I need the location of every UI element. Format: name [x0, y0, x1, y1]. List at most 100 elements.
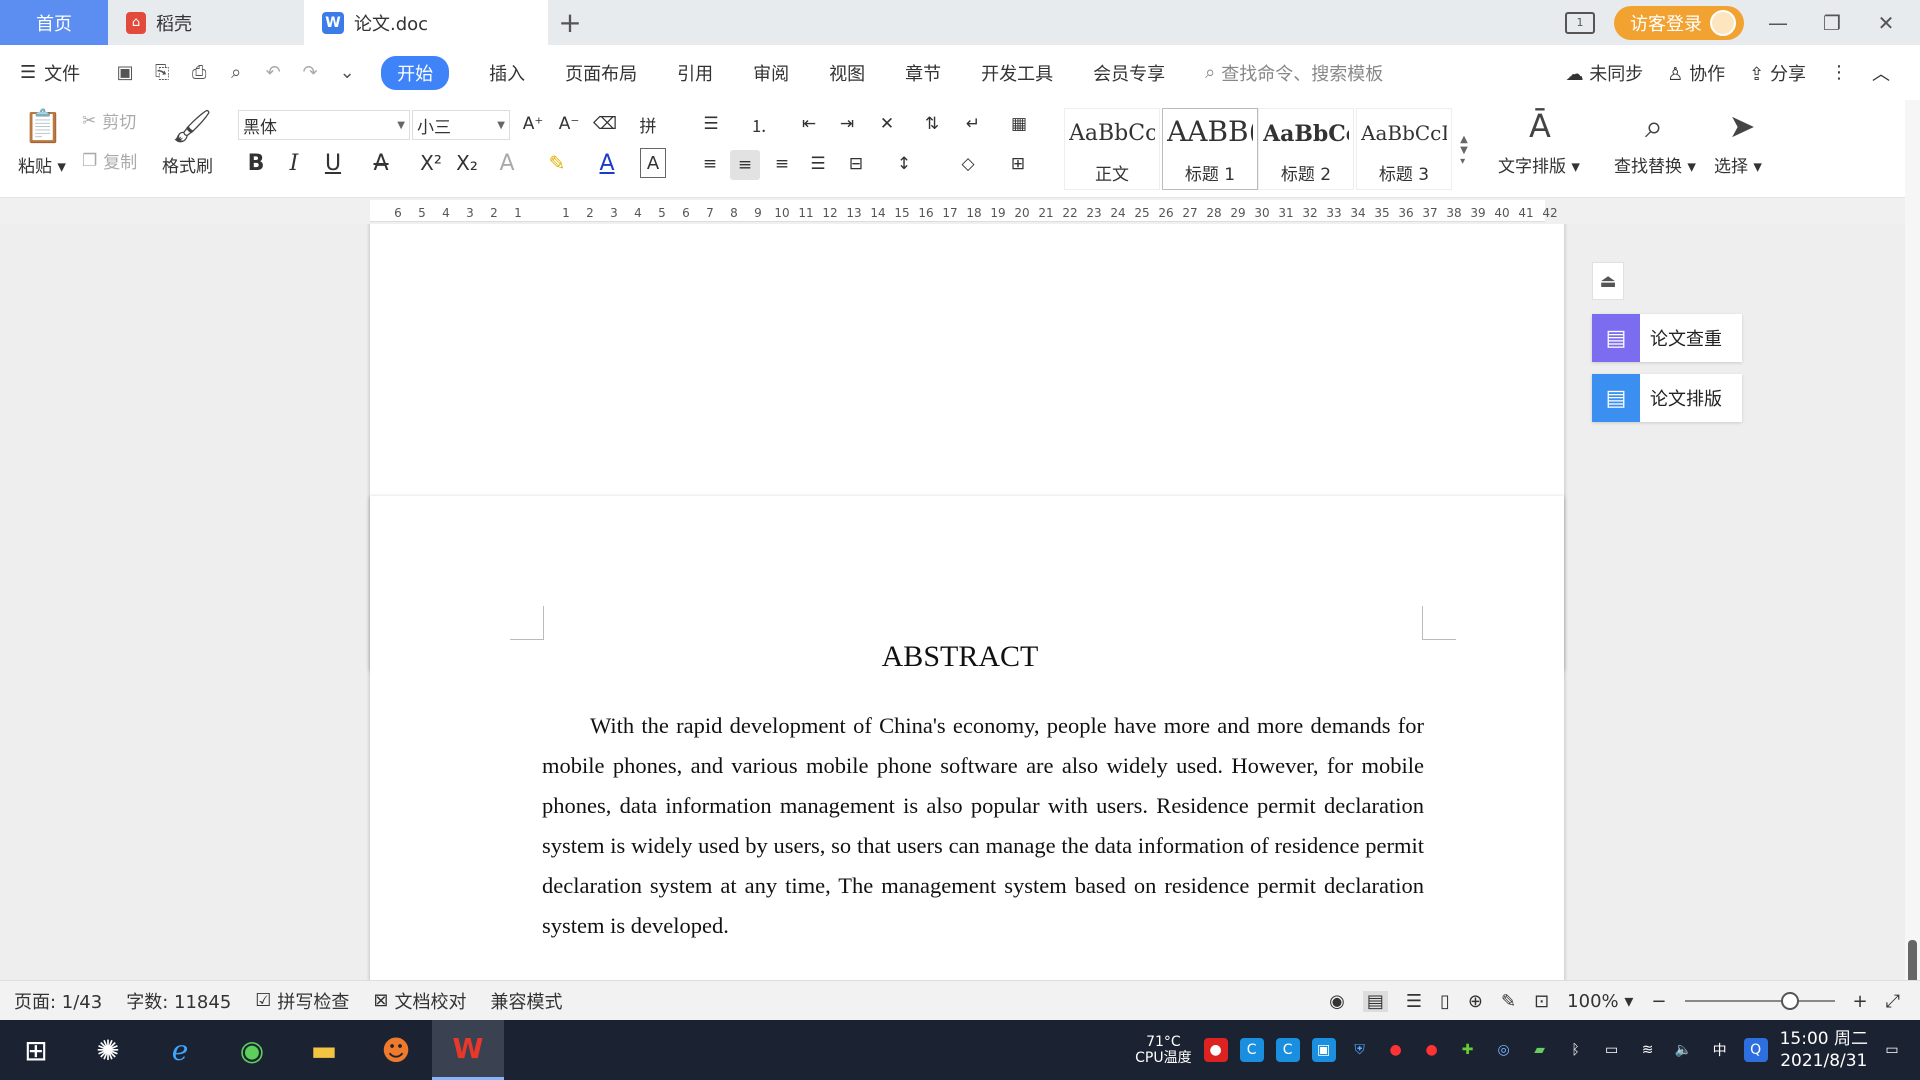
- word-count[interactable]: 字数: 11845: [126, 988, 231, 1014]
- battery-icon[interactable]: ▭: [1600, 1038, 1624, 1062]
- strikethrough-button[interactable]: A: [366, 148, 396, 178]
- thesis-layout-button[interactable]: ▤ 论文排版: [1592, 374, 1742, 422]
- style-normal[interactable]: AaBbCcI 正文: [1064, 108, 1160, 190]
- justify-icon[interactable]: ☰: [804, 150, 832, 178]
- clear-format-icon[interactable]: ⌫: [592, 110, 618, 138]
- eye-protection-icon[interactable]: ◉: [1329, 991, 1345, 1012]
- collaborate-button[interactable]: ♙ 协作: [1667, 60, 1725, 86]
- shading-icon[interactable]: ◇: [950, 150, 986, 178]
- tray-app-icon[interactable]: ✚: [1456, 1038, 1480, 1062]
- thesis-check-button[interactable]: ▤ 论文查重: [1592, 314, 1742, 362]
- ime-indicator[interactable]: 中: [1708, 1038, 1732, 1062]
- align-right-icon[interactable]: ≡: [768, 150, 796, 178]
- copy-button[interactable]: ❐ 复制: [82, 148, 137, 174]
- align-center-icon[interactable]: ≡: [730, 150, 760, 180]
- show-marks-icon[interactable]: ↵: [956, 110, 990, 138]
- increase-font-icon[interactable]: A⁺: [520, 110, 546, 138]
- print-preview-icon[interactable]: ⌕: [223, 60, 249, 86]
- character-border-button[interactable]: A: [640, 148, 666, 178]
- bold-button[interactable]: B: [244, 148, 268, 178]
- find-replace-button[interactable]: 查找替换 ▾: [1614, 152, 1696, 177]
- tray-app-icon[interactable]: C: [1239, 1038, 1264, 1062]
- cpu-temperature[interactable]: 71°C CPU温度: [1135, 1034, 1191, 1066]
- web-view-icon[interactable]: ⊕: [1468, 991, 1483, 1012]
- decrease-indent-icon[interactable]: ⇤: [794, 110, 824, 138]
- file-explorer-icon[interactable]: ▬: [288, 1020, 360, 1080]
- tab-document[interactable]: W 论文.doc: [304, 0, 548, 45]
- format-painter-icon[interactable]: 🖌: [172, 106, 213, 146]
- customize-toolbar-icon[interactable]: ⌄: [334, 60, 360, 86]
- decrease-font-icon[interactable]: A⁻: [556, 110, 582, 138]
- new-tab-button[interactable]: +: [548, 0, 592, 45]
- find-replace-icon[interactable]: ⌕: [1632, 106, 1676, 146]
- font-family-select[interactable]: 黑体 ▼: [238, 110, 410, 140]
- style-heading-3[interactable]: AaBbCcDc 标题 3: [1356, 108, 1452, 190]
- tray-app-icon[interactable]: C: [1275, 1038, 1300, 1062]
- shield-icon[interactable]: ⛨: [1348, 1038, 1372, 1062]
- spell-check-button[interactable]: ☑ 拼写检查: [255, 988, 349, 1014]
- menu-insert[interactable]: 插入: [469, 60, 545, 86]
- horizontal-ruler[interactable]: 6 5 4 3 2 1 1 2 3 4 5 6 7 8 9 10 11 12 13 14 15 16 17 18 19 20 21 2…: [0, 198, 1920, 224]
- fullscreen-icon[interactable]: ⤢: [1886, 991, 1900, 1012]
- text-layout-button[interactable]: 文字排版 ▾: [1498, 152, 1580, 177]
- page-view-icon[interactable]: ▤: [1362, 990, 1388, 1012]
- volume-icon[interactable]: 🔈: [1672, 1038, 1696, 1062]
- zoom-slider-knob[interactable]: [1780, 992, 1799, 1010]
- wifi-icon[interactable]: ≋: [1636, 1038, 1660, 1062]
- search-tray-icon[interactable]: Q: [1743, 1038, 1768, 1062]
- write-mode-icon[interactable]: ✎: [1501, 991, 1516, 1012]
- underline-button[interactable]: U: [316, 148, 350, 178]
- style-heading-2[interactable]: AaBbCc] 标题 2: [1258, 108, 1354, 190]
- notification-icon[interactable]: ▭: [1880, 1038, 1904, 1062]
- tab-home[interactable]: 首页: [0, 0, 108, 45]
- tab-daoke[interactable]: ⌂ 稻壳: [108, 0, 304, 45]
- start-windows-icon[interactable]: ⊞: [0, 1020, 72, 1080]
- more-icon[interactable]: ⋮: [1830, 62, 1848, 83]
- collapse-ribbon-icon[interactable]: ︿: [1872, 60, 1890, 86]
- pinyin-guide-icon[interactable]: 拼: [630, 110, 666, 138]
- file-menu[interactable]: ☰ 文件: [20, 60, 80, 86]
- distribute-icon[interactable]: ⊟: [842, 150, 870, 178]
- zoom-slider[interactable]: [1684, 992, 1835, 1010]
- side-panel-collapse-button[interactable]: ⏏: [1592, 262, 1624, 300]
- table-grid-icon[interactable]: ▦: [1004, 110, 1034, 138]
- styles-scroll[interactable]: ▲ ▼ ▾: [1456, 110, 1472, 190]
- command-search[interactable]: ⌕ 查找命令、搜索模板: [1205, 60, 1383, 86]
- menu-view[interactable]: 视图: [809, 60, 885, 86]
- menu-home[interactable]: 开始: [381, 55, 450, 90]
- menu-page-layout[interactable]: 页面布局: [545, 60, 657, 86]
- format-painter-button[interactable]: 格式刷: [162, 152, 213, 177]
- text-effect-button[interactable]: A: [492, 148, 522, 178]
- undo-icon[interactable]: ↶: [260, 60, 286, 86]
- zoom-in-icon[interactable]: +: [1853, 991, 1868, 1012]
- numbered-list-icon[interactable]: ⒈: [744, 110, 774, 138]
- tray-app-icon[interactable]: ●: [1203, 1038, 1228, 1062]
- clipboard-icon[interactable]: 📋: [22, 106, 64, 146]
- export-pdf-icon[interactable]: ⎘: [149, 60, 175, 86]
- ie-browser-icon[interactable]: ℯ: [144, 1020, 216, 1080]
- save-icon[interactable]: ▣: [112, 60, 138, 86]
- increase-indent-icon[interactable]: ⇥: [832, 110, 862, 138]
- outline-view-icon[interactable]: ☰: [1406, 991, 1422, 1012]
- vertical-scrollbar[interactable]: [1905, 100, 1920, 1020]
- borders-icon[interactable]: ⊞: [1000, 150, 1036, 178]
- chinese-layout-icon[interactable]: ✕: [870, 110, 904, 138]
- cursor-icon[interactable]: ➤: [1722, 106, 1762, 146]
- qq-icon[interactable]: ●: [1420, 1038, 1444, 1062]
- paste-button[interactable]: 粘贴 ▾: [18, 152, 66, 177]
- style-heading-1[interactable]: AABB( 标题 1: [1162, 108, 1258, 190]
- minimize-button[interactable]: —: [1758, 3, 1798, 43]
- align-left-icon[interactable]: ≡: [696, 150, 724, 178]
- wps-writer-icon[interactable]: W: [432, 1020, 504, 1080]
- nvidia-icon[interactable]: ▰: [1528, 1038, 1552, 1062]
- font-size-select[interactable]: 小三 ▼: [412, 110, 510, 140]
- zoom-level[interactable]: 100% ▾: [1567, 991, 1633, 1012]
- fit-page-icon[interactable]: ⊡: [1534, 991, 1549, 1012]
- browser-360-icon[interactable]: ◉: [216, 1020, 288, 1080]
- abstract-paragraph[interactable]: With the rapid development of China's ec…: [542, 706, 1424, 946]
- reading-view-icon[interactable]: ▯: [1440, 991, 1450, 1012]
- fan-app-icon[interactable]: ✺: [72, 1020, 144, 1080]
- page-indicator[interactable]: 页面: 1/43: [14, 988, 102, 1014]
- cut-button[interactable]: ✂ 剪切: [82, 108, 136, 134]
- superscript-button[interactable]: X²: [416, 148, 446, 178]
